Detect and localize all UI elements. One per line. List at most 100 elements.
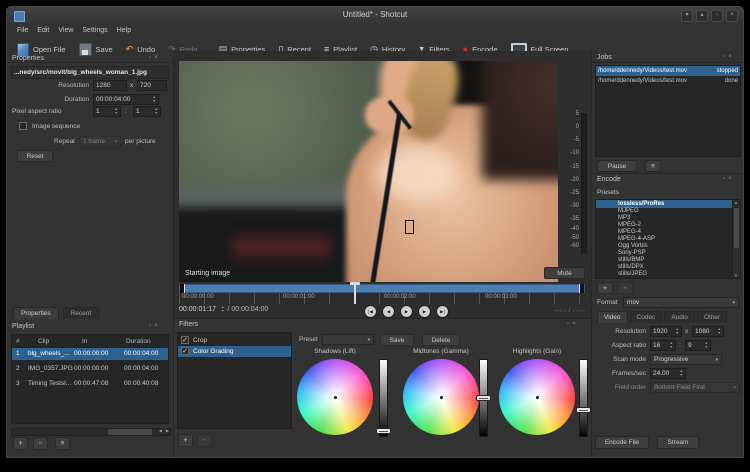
tab-video[interactable]: Video [597, 311, 628, 323]
par-numerator-field[interactable]: 1 ▲ ▼ [93, 106, 121, 117]
preset-item[interactable]: stills/JPEG [596, 271, 740, 278]
close-icon[interactable]: × [728, 54, 735, 60]
tab-properties[interactable]: Properties [13, 307, 59, 319]
field-order-combo[interactable]: Bottom Field First ▾ [650, 382, 740, 393]
midtones-color-wheel[interactable] [403, 359, 479, 435]
menu-edit[interactable]: Edit [37, 27, 49, 34]
scrollbar-thumb[interactable] [108, 429, 152, 435]
format-combo[interactable]: mov ▾ [623, 297, 739, 308]
menu-file[interactable]: File [17, 27, 28, 34]
col-num[interactable]: # [16, 337, 20, 347]
splitter-player-filters[interactable] [173, 318, 592, 319]
playlist-panel-dock-icons[interactable]: ▫× [149, 323, 161, 329]
trim-out-handle[interactable] [579, 284, 584, 293]
preset-remove-button[interactable]: − [617, 282, 633, 294]
preset-delete-button[interactable]: Delete [422, 334, 460, 346]
close-icon[interactable]: × [154, 55, 161, 61]
fps-field[interactable]: 24.00 ▲ ▼ [650, 368, 686, 379]
position-timecode[interactable]: 00:00:01:17 [179, 306, 216, 313]
resolution-height-field[interactable]: 720 [137, 80, 167, 91]
mute-button[interactable]: Mute [544, 267, 585, 279]
par-den-spinner[interactable]: ▲ ▼ [153, 107, 158, 115]
preset-add-button[interactable]: + [597, 282, 613, 294]
window-shade-button[interactable]: ▾ [681, 10, 693, 22]
jobs-pause-button[interactable]: Pause [597, 160, 637, 172]
encode-res-width-field[interactable]: 1920 ▲ ▼ [650, 326, 682, 337]
window-maximize-button[interactable]: ▫ [711, 10, 723, 22]
shadows-color-wheel[interactable] [297, 359, 373, 435]
spinner[interactable]: ▲ ▼ [674, 327, 679, 335]
tab-codec[interactable]: Codec [629, 311, 663, 323]
scrub-bar[interactable] [179, 284, 585, 293]
rewind-button[interactable]: ◀ [382, 305, 395, 318]
job-row-1[interactable]: /home/ddennedy/Videos/test.mov stopped [596, 66, 740, 76]
playlist-hscrollbar[interactable]: ◀ ▶ [11, 428, 171, 436]
scroll-down-icon[interactable]: ▼ [734, 273, 738, 278]
shadows-level-slider[interactable] [379, 359, 388, 437]
save-button[interactable]: Save [78, 43, 113, 56]
repeat-combo[interactable]: 1 frame ▾ [79, 136, 121, 147]
undo-button[interactable]: ↶ Undo [126, 45, 155, 55]
midtones-slider-handle[interactable] [476, 395, 491, 401]
color-grading-checkbox[interactable]: ✓ [181, 347, 189, 355]
highlights-slider-handle[interactable] [576, 407, 591, 413]
trim-in-handle[interactable] [180, 284, 185, 293]
fast-forward-button[interactable]: ▶ [418, 305, 431, 318]
encode-panel-dock-icons[interactable]: ▫× [723, 176, 735, 182]
close-icon[interactable]: × [154, 323, 161, 329]
par-num-spinner[interactable]: ▲ ▼ [113, 107, 118, 115]
position-readout[interactable]: 00:00:01:17 ▲ ▼ / 00:00:04:00 [179, 305, 268, 313]
splitter-right[interactable] [591, 51, 592, 457]
playlist-row-3[interactable]: 3 Timing TestsI... 00:00:47:08 00:00:40:… [12, 378, 168, 390]
playlist-menu-button[interactable]: ≡ [55, 437, 70, 450]
close-icon[interactable]: × [572, 321, 579, 327]
presets-scrollbar[interactable]: ▲ ▼ [732, 200, 740, 278]
skip-to-start-button[interactable]: |◀ [364, 305, 377, 318]
highlights-level-slider[interactable] [579, 359, 588, 437]
spinner[interactable]: ▲ ▼ [703, 341, 708, 349]
scroll-up-icon[interactable]: ▲ [734, 200, 738, 205]
scroll-right-icon[interactable]: ▶ [166, 428, 169, 433]
shadows-slider-handle[interactable] [376, 428, 391, 434]
col-in[interactable]: In [82, 337, 87, 347]
crop-checkbox[interactable]: ✓ [181, 336, 189, 344]
filter-item-color-grading[interactable]: ✓ Color Grading [178, 346, 291, 357]
scrollbar-thumb[interactable] [734, 208, 739, 248]
encode-aspect-den-field[interactable]: 9 ▲ ▼ [685, 340, 711, 351]
position-spinner[interactable]: ▲ ▼ [219, 305, 224, 313]
play-button[interactable]: ▶ [400, 305, 413, 318]
window-close-button[interactable]: × [726, 10, 738, 22]
playhead[interactable] [354, 283, 356, 304]
playlist-remove-button[interactable]: − [33, 437, 48, 450]
encode-res-height-field[interactable]: 1080 ▲ ▼ [692, 326, 724, 337]
reset-button[interactable]: Reset [17, 150, 53, 162]
preset-save-button[interactable]: Save [380, 334, 414, 346]
splitter-jobs-encode[interactable] [591, 173, 743, 174]
resolution-width-field[interactable]: 1280 [93, 80, 127, 91]
preset-combo[interactable]: ▾ [322, 334, 374, 345]
col-duration[interactable]: Duration [126, 337, 151, 347]
filters-panel-dock-icons[interactable]: ▫× [567, 321, 579, 327]
playlist-row-1[interactable]: 1 blg_wheels_... 00:00:00:00 00:00:04:00 [12, 348, 168, 360]
highlights-color-wheel[interactable] [499, 359, 575, 435]
tab-other[interactable]: Other [696, 311, 728, 323]
menu-view[interactable]: View [58, 27, 73, 34]
stream-button[interactable]: Stream [657, 436, 699, 449]
video-preview[interactable]: Starting image [179, 61, 558, 282]
jobs-panel-dock-icons[interactable]: ▫× [723, 54, 735, 60]
duration-field[interactable]: 00:00:04:00 ▲ ▼ [93, 94, 159, 105]
playhead-cap[interactable] [350, 282, 360, 285]
par-denominator-field[interactable]: 1 ▲ ▼ [133, 106, 161, 117]
playlist-add-button[interactable]: + [13, 437, 28, 450]
image-sequence-checkbox[interactable] [19, 122, 27, 130]
scan-mode-combo[interactable]: Progressive ▾ [650, 354, 722, 365]
col-clip[interactable]: Clip [38, 337, 49, 347]
skip-to-end-button[interactable]: ▶| [436, 305, 449, 318]
spinner[interactable]: ▲ ▼ [716, 327, 721, 335]
filter-item-crop[interactable]: ✓ Crop [178, 335, 291, 346]
duration-spinner[interactable]: ▲ ▼ [151, 95, 156, 103]
playlist-row-2[interactable]: 2 IMG_0357.JPG 00:00:00:00 00:00:04:00 [12, 363, 168, 375]
title-bar[interactable]: Untitled* - Shotcut ▾ ▴ ▫ × [7, 7, 743, 24]
tab-audio[interactable]: Audio [664, 311, 695, 323]
filter-remove-button[interactable]: − [197, 434, 212, 447]
